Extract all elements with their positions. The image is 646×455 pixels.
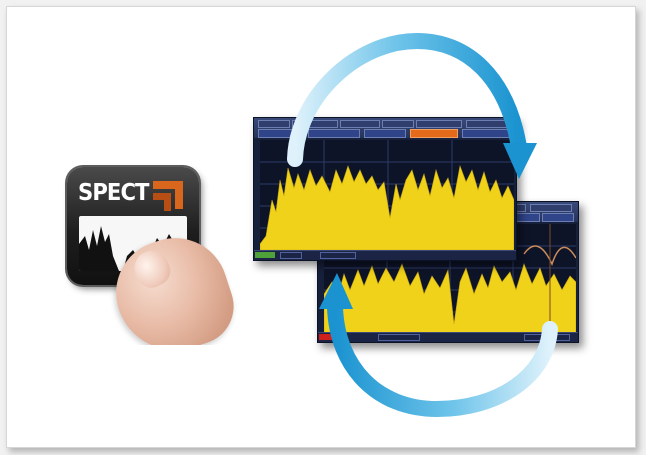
toolbar-cell[interactable] <box>292 120 338 128</box>
toolbar-cell[interactable] <box>530 204 572 212</box>
illustration-frame: SPECT <box>6 6 636 448</box>
toolbar-cell[interactable] <box>364 129 406 138</box>
spectrum-plot <box>259 140 515 251</box>
toolbar-cell[interactable] <box>382 120 414 128</box>
status-field <box>524 334 570 341</box>
toolbar-cell[interactable] <box>258 129 304 138</box>
screen-statusbar <box>254 250 516 260</box>
status-field <box>280 252 302 259</box>
finger-crop <box>107 345 237 405</box>
status-indicator <box>255 252 275 258</box>
screen-toolbar <box>254 118 516 138</box>
toolbar-cell-active[interactable] <box>410 129 458 138</box>
status-field <box>320 252 356 259</box>
status-field <box>378 334 420 341</box>
status-indicator <box>319 334 339 340</box>
toolbar-cell[interactable] <box>542 213 574 222</box>
screen-statusbar <box>318 332 578 342</box>
toolbar-cell[interactable] <box>340 120 380 128</box>
toolbar-cell[interactable] <box>308 129 360 138</box>
toolbar-cell[interactable] <box>466 120 512 128</box>
toolbar-cell[interactable] <box>258 120 290 128</box>
spectrum-trace <box>259 164 515 251</box>
spectrum-view-1 <box>253 117 517 261</box>
toolbar-cell[interactable] <box>416 120 462 128</box>
toolbar-cell[interactable] <box>462 129 512 138</box>
